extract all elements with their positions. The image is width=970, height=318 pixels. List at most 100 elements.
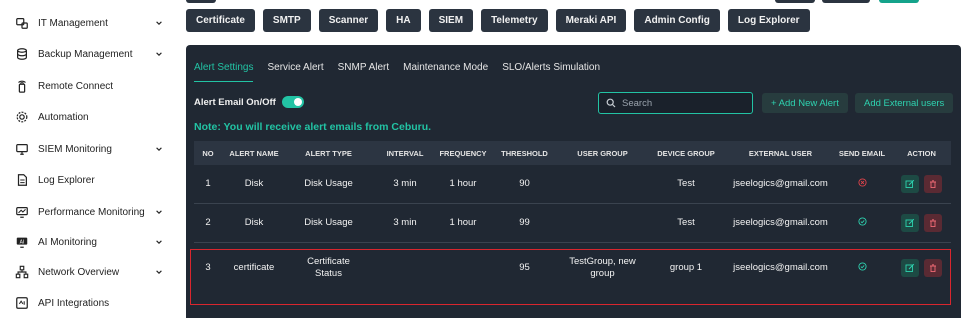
cell-alert-name: Disk (244, 178, 264, 189)
edit-button[interactable] (901, 214, 919, 232)
chevron-down-icon (154, 207, 164, 217)
sidebar-item-automation[interactable]: Automation (14, 106, 164, 128)
sidebar-item-performance-monitoring[interactable]: Performance Monitoring (14, 201, 164, 223)
cell-external-user: jseelogics@gmail.com (733, 217, 828, 228)
alert-email-row: Alert Email On/Off (194, 96, 304, 108)
cell-threshold: 99 (519, 217, 530, 228)
cell-send-email (832, 177, 892, 191)
sidebar-item-log-explorer[interactable]: Log Explorer (14, 169, 164, 191)
delete-button[interactable] (924, 214, 942, 232)
it-management-icon (14, 15, 30, 31)
cell-frequency: 1 hour (449, 178, 477, 189)
email-disabled-icon (857, 177, 867, 187)
log-explorer-button[interactable]: Log Explorer (727, 9, 810, 32)
top-tab-fragment[interactable] (186, 0, 216, 3)
column-header: ALERT TYPE (305, 148, 352, 158)
cell-action (892, 259, 951, 277)
scanner-button[interactable]: Scanner (318, 9, 379, 32)
cell-alert-type: Certificate Status (307, 256, 350, 279)
cell-alert-name: Disk (244, 217, 264, 228)
telemetry-button[interactable]: Telemetry (481, 9, 548, 32)
add-new-alert-button[interactable]: + Add New Alert (762, 93, 848, 113)
database-icon (14, 46, 30, 62)
sidebar-item-it-management[interactable]: IT Management (14, 12, 164, 34)
add-external-users-button[interactable]: Add External users (855, 93, 954, 113)
certificate-button[interactable]: Certificate (186, 9, 255, 32)
sidebar-item-siem-monitoring[interactable]: SIEM Monitoring (14, 138, 164, 160)
sidebar-item-ai-monitoring[interactable]: AI AI Monitoring (14, 231, 164, 253)
tab-bar: Alert Settings Service Alert SNMP Alert … (194, 62, 614, 82)
cell-alert-name: certificate (233, 262, 275, 273)
sidebar-item-label: Remote Connect (38, 80, 114, 92)
search-icon (606, 98, 616, 108)
top-tab-fragment[interactable] (775, 0, 815, 3)
cell-device-group: Test (677, 178, 695, 189)
cell-external-user: jseelogics@gmail.com (733, 262, 828, 273)
column-header: USER GROUP (577, 148, 628, 158)
alerts-table: NO ALERT NAME ALERT TYPE INTERVAL FREQUE… (194, 141, 951, 293)
cell-alert-type: Disk Usage (304, 178, 353, 189)
sidebar-item-remote-connect[interactable]: Remote Connect (14, 75, 164, 97)
cell-user-group: TestGroup, new group (569, 256, 636, 279)
alert-note: Note: You will receive alert emails from… (194, 121, 432, 133)
sidebar-item-label: SIEM Monitoring (38, 143, 112, 155)
table-row: 2 Disk Disk Usage 3 min 1 hour 99 Test j… (194, 204, 951, 243)
email-enabled-icon (857, 261, 867, 271)
siem-button[interactable]: SIEM (428, 9, 474, 32)
admin-config-button[interactable]: Admin Config (634, 9, 720, 32)
cell-send-email (832, 216, 892, 230)
tab-alert-settings[interactable]: Alert Settings (194, 62, 254, 82)
sidebar-item-network-overview[interactable]: Network Overview (14, 261, 164, 283)
table-row: 1 Disk Disk Usage 3 min 1 hour 90 Test j… (194, 165, 951, 204)
trash-icon (930, 264, 936, 273)
top-tab-fragment-active[interactable] (879, 0, 919, 3)
delete-button[interactable] (924, 175, 942, 193)
sidebar-item-label: Log Explorer (38, 174, 95, 186)
cell-device-group: group 1 (669, 262, 703, 273)
cell-interval: 3 min (393, 178, 417, 189)
sidebar-item-api-integrations[interactable]: API Integrations (14, 292, 164, 314)
top-tab-fragment[interactable] (822, 0, 870, 3)
sidebar: IT Management Backup Management Remote C… (0, 0, 172, 318)
edit-button[interactable] (901, 175, 919, 193)
sidebar-item-backup-management[interactable]: Backup Management (14, 43, 164, 65)
svg-text:AI: AI (20, 239, 25, 245)
tab-snmp-alert[interactable]: SNMP Alert (338, 62, 390, 82)
alert-email-label: Alert Email On/Off (194, 96, 276, 108)
cell-frequency: 1 hour (449, 217, 477, 228)
network-icon (14, 264, 30, 280)
document-icon (14, 172, 30, 188)
sidebar-item-label: Automation (38, 111, 89, 123)
edit-icon (905, 218, 915, 227)
alert-email-toggle[interactable] (281, 96, 304, 108)
tab-maintenance-mode[interactable]: Maintenance Mode (403, 62, 488, 82)
cell-send-email (832, 261, 892, 275)
column-header: FREQUENCY (439, 148, 487, 158)
chevron-down-icon (154, 18, 164, 28)
search-input[interactable] (622, 97, 742, 109)
tab-service-alert[interactable]: Service Alert (267, 62, 323, 82)
monitor-icon (14, 204, 30, 220)
smtp-button[interactable]: SMTP (262, 9, 311, 32)
cell-threshold: 95 (519, 262, 530, 273)
delete-button[interactable] (924, 259, 942, 277)
ha-button[interactable]: HA (386, 9, 421, 32)
tab-slo-alerts-simulation[interactable]: SLO/Alerts Simulation (502, 62, 600, 82)
column-header: INTERVAL (386, 148, 424, 158)
trash-icon (930, 219, 936, 228)
ai-icon: AI (14, 234, 30, 250)
sidebar-item-label: AI Monitoring (38, 236, 97, 248)
meraki-api-button[interactable]: Meraki API (555, 9, 627, 32)
cell-no: 2 (205, 217, 211, 228)
edit-button[interactable] (901, 259, 919, 277)
chevron-down-icon (154, 267, 164, 277)
remote-icon (14, 78, 30, 94)
cell-device-group: Test (677, 217, 695, 228)
chevron-down-icon (154, 237, 164, 247)
column-header: DEVICE GROUP (657, 148, 715, 158)
search-box[interactable] (598, 92, 753, 114)
sidebar-item-label: Network Overview (38, 266, 120, 278)
edit-icon (905, 263, 915, 272)
cell-interval: 3 min (393, 217, 417, 228)
table-row: 3 certificate Certificate Status 95 Test… (194, 243, 951, 293)
